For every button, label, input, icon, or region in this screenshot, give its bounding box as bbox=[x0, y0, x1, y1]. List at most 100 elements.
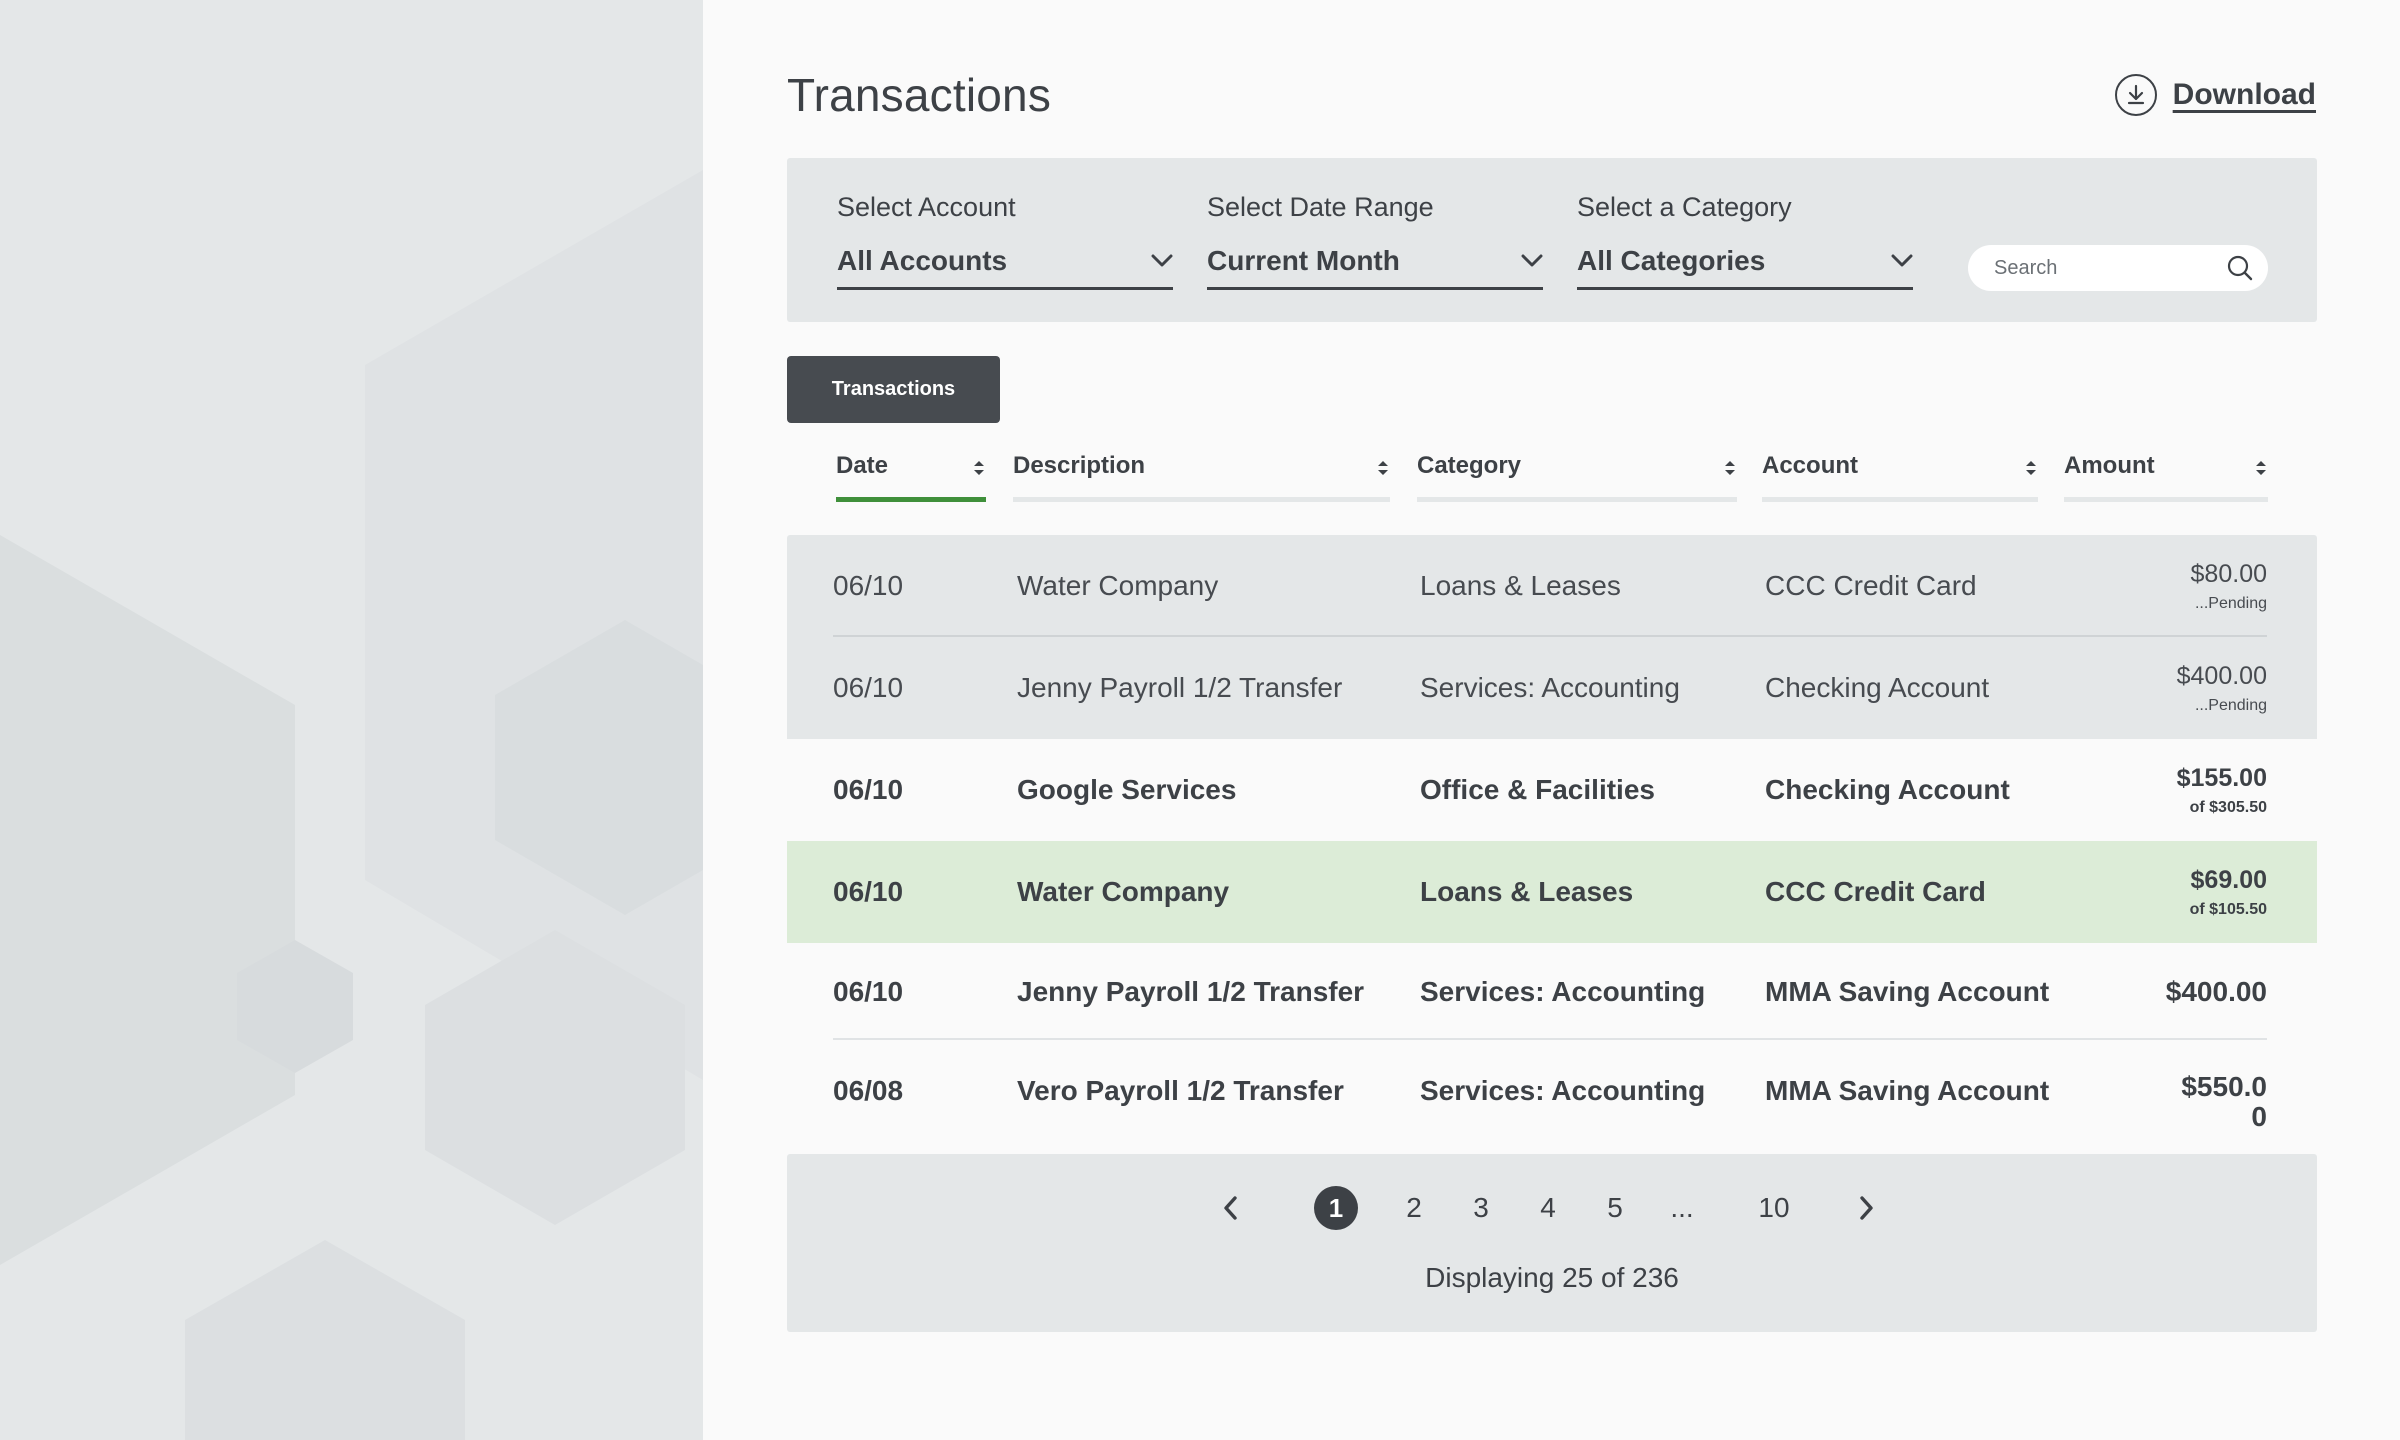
amount-split-total: of $305.50 bbox=[2189, 799, 2267, 816]
row-date: 06/10 bbox=[833, 975, 904, 1007]
hexagon-pattern bbox=[0, 170, 703, 1440]
row-account: CCC Credit Card bbox=[1765, 876, 1986, 907]
row-date: 06/10 bbox=[833, 876, 904, 907]
chevron-down-icon bbox=[1151, 254, 1173, 267]
row-account: CCC Credit Card bbox=[1765, 570, 1977, 601]
page-10-button[interactable]: 10 bbox=[1752, 1186, 1796, 1230]
date-range-filter-label: Select Date Range bbox=[1207, 192, 1434, 222]
row-description: Vero Payroll 1/2 Transfer bbox=[1017, 1075, 1344, 1106]
download-label: Download bbox=[2172, 78, 2316, 111]
chevron-down-icon bbox=[1521, 254, 1543, 267]
chevron-left-icon bbox=[1224, 1196, 1237, 1220]
chevron-right-icon bbox=[1860, 1196, 1873, 1220]
date-range-select[interactable]: Current Month bbox=[1207, 245, 1543, 290]
table-row[interactable]: 06/10 Jenny Payroll 1/2 Transfer Service… bbox=[787, 637, 2317, 739]
column-header-label: Amount bbox=[2064, 452, 2155, 479]
row-category: Office & Facilities bbox=[1420, 774, 1655, 805]
row-date: 06/10 bbox=[833, 570, 904, 601]
sort-icon bbox=[1725, 461, 1735, 475]
sort-icon bbox=[2256, 461, 2266, 475]
amount-status: ...Pending bbox=[2194, 697, 2267, 714]
row-description: Jenny Payroll 1/2 Transfer bbox=[1017, 975, 1365, 1007]
prev-page-button[interactable] bbox=[1215, 1186, 1245, 1230]
row-account: Checking Account bbox=[1765, 774, 2010, 805]
column-header-account[interactable]: Account bbox=[1762, 452, 2038, 502]
download-button[interactable]: Download bbox=[2114, 74, 2316, 116]
date-range-select-value: Current Month bbox=[1207, 245, 1400, 276]
table-row[interactable]: 06/10 Jenny Payroll 1/2 Transfer Service… bbox=[787, 943, 2317, 1040]
chevron-down-icon bbox=[1891, 254, 1913, 267]
row-account: MMA Saving Account bbox=[1765, 975, 2050, 1007]
sort-icon bbox=[2026, 461, 2036, 475]
row-amount: $155.00 of $305.50 bbox=[2177, 739, 2267, 841]
decorative-background-panel bbox=[0, 0, 703, 1440]
amount-value: $69.00 bbox=[2190, 866, 2267, 894]
page-4-button[interactable]: 4 bbox=[1533, 1186, 1563, 1230]
amount-value: $400.00 bbox=[2165, 975, 2267, 1007]
column-header-label: Account bbox=[1762, 452, 1858, 479]
date-range-filter: Select Date Range Current Month bbox=[1207, 192, 1543, 290]
category-filter: Select a Category All Categories bbox=[1577, 192, 1913, 290]
table-row[interactable]: 06/10 Water Company Loans & Leases CCC C… bbox=[787, 535, 2317, 637]
column-header-category[interactable]: Category bbox=[1417, 452, 1737, 502]
column-header-description[interactable]: Description bbox=[1013, 452, 1390, 502]
row-description: Water Company bbox=[1017, 570, 1219, 601]
pagination: 1 2 3 4 5 ... 10 Displaying 25 of 236 bbox=[787, 1154, 2317, 1332]
row-category: Services: Accounting bbox=[1420, 1075, 1706, 1106]
amount-split-total: of $105.50 bbox=[2189, 901, 2267, 918]
search-box bbox=[1968, 245, 2268, 291]
category-select[interactable]: All Categories bbox=[1577, 245, 1913, 290]
table-row[interactable]: 06/08 Vero Payroll 1/2 Transfer Services… bbox=[787, 1040, 2317, 1144]
row-date: 06/10 bbox=[833, 774, 904, 805]
account-select[interactable]: All Accounts bbox=[837, 245, 1173, 290]
amount-status: ...Pending bbox=[2194, 595, 2267, 612]
column-header-date[interactable]: Date bbox=[836, 452, 986, 502]
row-description: Google Services bbox=[1017, 774, 1237, 805]
amount-value: $550.00 bbox=[2181, 1071, 2267, 1132]
amount-value: $80.00 bbox=[2190, 560, 2267, 588]
row-date: 06/10 bbox=[833, 672, 904, 703]
row-account: Checking Account bbox=[1765, 672, 1990, 703]
row-description: Water Company bbox=[1017, 876, 1230, 907]
account-filter: Select Account All Accounts bbox=[837, 192, 1173, 290]
page-ellipsis: ... bbox=[1670, 1192, 1694, 1223]
download-circle-icon bbox=[2114, 74, 2157, 116]
filter-bar: Select Account All Accounts Select Date … bbox=[787, 158, 2317, 322]
main-content: Transactions Download Select Account All… bbox=[703, 0, 2400, 1440]
pagination-pages: 1 2 3 4 5 ... 10 bbox=[787, 1186, 2317, 1234]
sort-icon bbox=[974, 461, 984, 475]
tab-transactions[interactable]: Transactions bbox=[787, 356, 1000, 423]
page-2-button[interactable]: 2 bbox=[1399, 1186, 1429, 1230]
amount-value: $155.00 bbox=[2176, 764, 2267, 792]
row-amount: $400.00 ...Pending bbox=[2177, 637, 2267, 739]
row-amount: $80.00 ...Pending bbox=[2191, 535, 2267, 637]
sort-icon bbox=[1378, 461, 1388, 475]
search-input[interactable] bbox=[1994, 256, 2214, 280]
row-amount: $400.00 bbox=[2166, 943, 2267, 1040]
category-filter-label: Select a Category bbox=[1577, 192, 1792, 222]
column-header-amount[interactable]: Amount bbox=[2064, 452, 2268, 502]
transactions-table: 06/10 Water Company Loans & Leases CCC C… bbox=[787, 535, 2317, 1144]
page-5-button[interactable]: 5 bbox=[1600, 1186, 1630, 1230]
next-page-button[interactable] bbox=[1852, 1186, 1882, 1230]
page-1-button[interactable]: 1 bbox=[1314, 1186, 1358, 1230]
page-3-button[interactable]: 3 bbox=[1466, 1186, 1496, 1230]
pagination-summary: Displaying 25 of 236 bbox=[1425, 1262, 1679, 1293]
account-select-value: All Accounts bbox=[837, 245, 1008, 276]
search-icon[interactable] bbox=[2226, 254, 2254, 282]
row-amount: $69.00 of $105.50 bbox=[2190, 841, 2267, 943]
row-category: Loans & Leases bbox=[1420, 876, 1634, 907]
category-select-value: All Categories bbox=[1577, 245, 1766, 276]
row-category: Services: Accounting bbox=[1420, 672, 1680, 703]
row-date: 06/08 bbox=[833, 1075, 904, 1106]
table-row[interactable]: 06/10 Google Services Office & Facilitie… bbox=[787, 739, 2317, 841]
row-category: Loans & Leases bbox=[1420, 570, 1621, 601]
account-filter-label: Select Account bbox=[837, 192, 1016, 222]
row-category: Services: Accounting bbox=[1420, 975, 1706, 1007]
table-row-selected[interactable]: 06/10 Water Company Loans & Leases CCC C… bbox=[787, 841, 2317, 943]
row-account: MMA Saving Account bbox=[1765, 1075, 2050, 1106]
amount-value: $400.00 bbox=[2176, 662, 2267, 690]
column-header-label: Category bbox=[1417, 452, 1522, 479]
row-amount: $550.00 bbox=[2167, 1040, 2267, 1144]
column-header-label: Date bbox=[836, 452, 889, 479]
